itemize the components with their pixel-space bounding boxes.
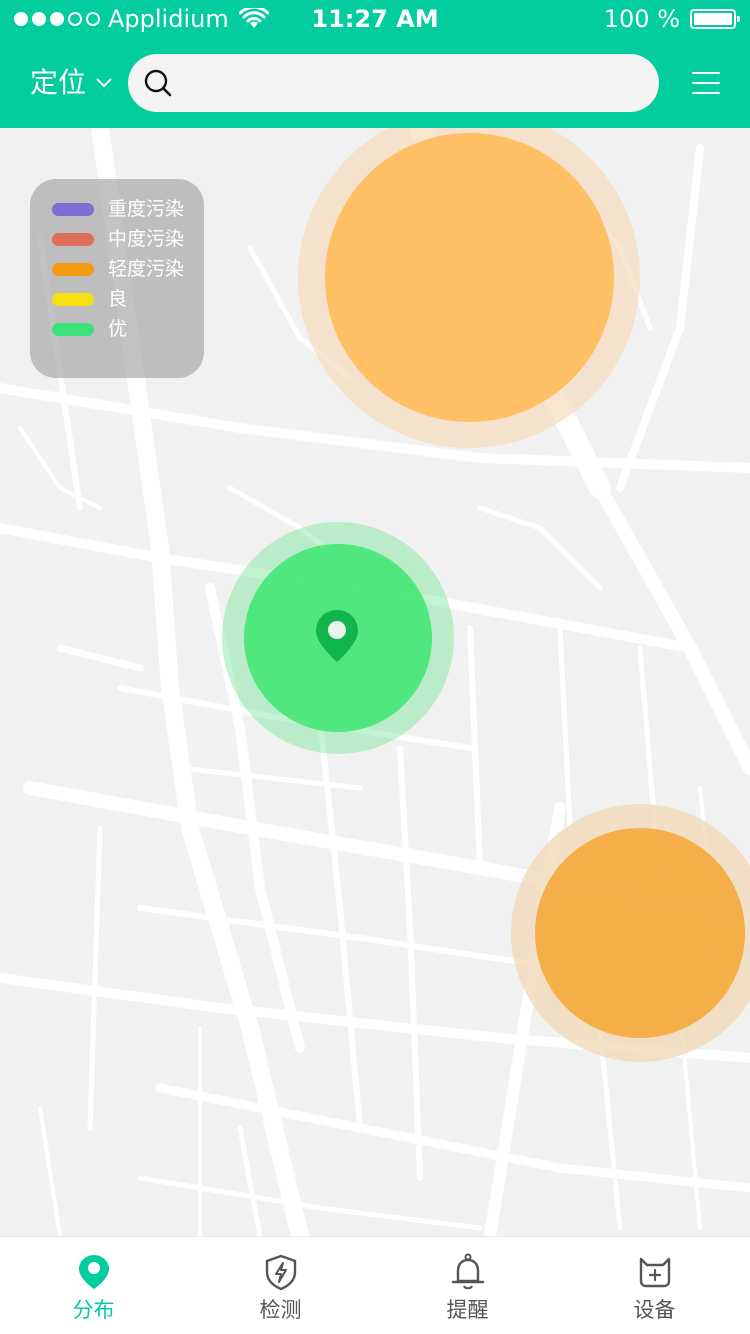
tab-detection[interactable]: 检测 bbox=[187, 1237, 374, 1334]
tab-distribution[interactable]: 分布 bbox=[0, 1237, 187, 1334]
legend-item: 优 bbox=[52, 314, 127, 344]
search-icon bbox=[144, 69, 172, 97]
pollution-zone-light[interactable] bbox=[325, 133, 614, 422]
legend-swatch bbox=[52, 292, 94, 306]
legend-item: 中度污染 bbox=[52, 224, 184, 254]
pollution-legend: 重度污染 中度污染 轻度污染 良 优 bbox=[30, 179, 204, 378]
location-pin-icon[interactable] bbox=[314, 608, 360, 664]
legend-item: 轻度污染 bbox=[52, 254, 184, 284]
header: Applidium 11:27 AM 100 % 定位 bbox=[0, 0, 750, 128]
search-bar[interactable] bbox=[128, 54, 659, 114]
bell-icon bbox=[451, 1253, 485, 1290]
battery-percentage: 100 % bbox=[603, 5, 680, 33]
battery-icon bbox=[690, 9, 740, 29]
legend-label: 中度污染 bbox=[108, 228, 185, 250]
location-label: 定位 bbox=[30, 66, 87, 99]
nav-row: 定位 bbox=[0, 54, 750, 114]
legend-label: 良 bbox=[108, 288, 128, 310]
tab-bar: 分布 检测 提醒 设备 bbox=[0, 1236, 750, 1334]
tab-label: 提醒 bbox=[446, 1298, 489, 1322]
device-icon bbox=[639, 1257, 671, 1288]
tab-label: 检测 bbox=[259, 1298, 302, 1322]
menu-icon[interactable] bbox=[692, 70, 720, 96]
pollution-map[interactable]: 重度污染 中度污染 轻度污染 良 优 bbox=[0, 128, 750, 1236]
legend-item: 重度污染 bbox=[52, 194, 184, 224]
legend-label: 轻度污染 bbox=[108, 258, 185, 280]
app-screen: Applidium 11:27 AM 100 % 定位 重度污染 中度污染 轻度… bbox=[0, 0, 750, 1334]
map-pin-icon bbox=[79, 1255, 109, 1289]
shield-bolt-icon bbox=[265, 1254, 297, 1291]
pollution-zone-light[interactable] bbox=[535, 828, 745, 1038]
legend-swatch bbox=[52, 202, 94, 216]
legend-swatch bbox=[52, 232, 94, 246]
tab-label: 设备 bbox=[633, 1298, 676, 1322]
status-bar: Applidium 11:27 AM 100 % bbox=[0, 0, 750, 40]
legend-swatch bbox=[52, 262, 94, 276]
tab-reminder[interactable]: 提醒 bbox=[374, 1237, 561, 1334]
status-right: 100 % bbox=[603, 4, 740, 34]
legend-label: 重度污染 bbox=[108, 198, 185, 220]
chevron-down-icon bbox=[96, 78, 112, 88]
location-selector[interactable]: 定位 bbox=[30, 62, 112, 104]
battery-level bbox=[694, 13, 732, 25]
tab-label: 分布 bbox=[72, 1298, 115, 1322]
legend-label: 优 bbox=[108, 318, 128, 340]
search-input[interactable] bbox=[188, 54, 642, 114]
legend-swatch bbox=[52, 322, 94, 336]
tab-device[interactable]: 设备 bbox=[561, 1237, 748, 1334]
legend-item: 良 bbox=[52, 284, 127, 314]
